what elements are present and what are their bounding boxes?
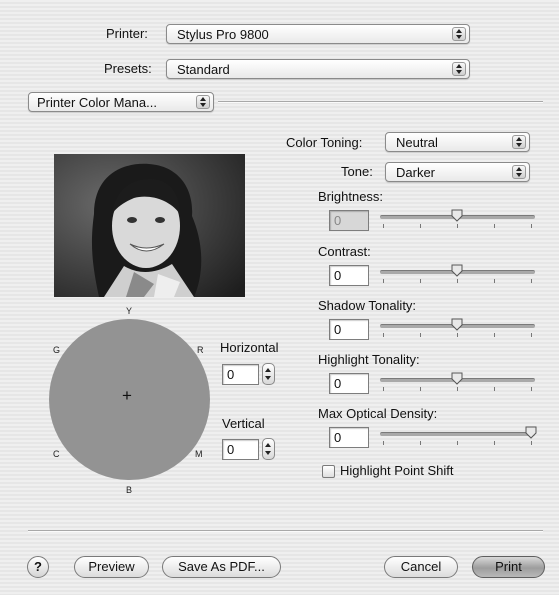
slider-tick xyxy=(457,387,458,391)
slider-tick xyxy=(531,224,532,228)
slider-tick xyxy=(420,279,421,283)
slider-thumb[interactable] xyxy=(451,372,463,385)
slider-thumb[interactable] xyxy=(451,264,463,277)
slider-tick xyxy=(531,441,532,445)
slider-label: Highlight Tonality: xyxy=(318,352,420,367)
updown-arrows-icon xyxy=(512,135,526,149)
slider-thumb[interactable] xyxy=(451,209,463,222)
horizontal-stepper[interactable] xyxy=(262,363,275,385)
cancel-button[interactable]: Cancel xyxy=(384,556,458,578)
panel-separator xyxy=(218,101,543,103)
slider-tick xyxy=(494,333,495,337)
save-as-pdf-button[interactable]: Save As PDF... xyxy=(162,556,281,578)
wheel-label-m: M xyxy=(195,449,203,459)
vertical-field[interactable]: 0 xyxy=(222,439,259,460)
slider-value-field: 0 xyxy=(329,210,369,231)
presets-value: Standard xyxy=(177,62,230,77)
updown-arrows-icon xyxy=(512,165,526,179)
slider-tick xyxy=(420,441,421,445)
slider[interactable] xyxy=(380,264,535,287)
slider-tick xyxy=(531,279,532,283)
slider-tick xyxy=(494,224,495,228)
color-toning-popup[interactable]: Neutral xyxy=(385,132,530,152)
printer-label: Printer: xyxy=(106,26,148,41)
highlight-point-shift-checkbox[interactable] xyxy=(322,465,335,478)
slider-tick xyxy=(420,333,421,337)
slider-track xyxy=(380,432,535,436)
tone-label: Tone: xyxy=(341,164,373,179)
color-wheel[interactable]: + xyxy=(49,319,210,480)
slider-tick xyxy=(420,387,421,391)
slider-thumb[interactable] xyxy=(525,426,537,439)
color-toning-value: Neutral xyxy=(396,135,438,150)
tone-value: Darker xyxy=(396,165,436,180)
slider-tick xyxy=(383,224,384,228)
slider-tick xyxy=(383,387,384,391)
slider-label: Max Optical Density: xyxy=(318,406,438,421)
horizontal-label: Horizontal xyxy=(220,340,279,355)
slider-value-field[interactable]: 0 xyxy=(329,265,369,286)
vertical-label: Vertical xyxy=(222,416,265,431)
slider-label: Brightness: xyxy=(318,189,384,204)
slider-tick xyxy=(457,224,458,228)
wheel-crosshair[interactable]: + xyxy=(122,386,132,406)
wheel-label-y: Y xyxy=(126,306,133,316)
updown-arrows-icon xyxy=(452,27,466,41)
panel-popup[interactable]: Printer Color Mana... xyxy=(28,92,214,112)
portrait-photo xyxy=(54,154,245,297)
slider-tick xyxy=(457,279,458,283)
wheel-label-c: C xyxy=(53,449,60,459)
print-button[interactable]: Print xyxy=(472,556,545,578)
vertical-stepper[interactable] xyxy=(262,438,275,460)
slider-tick xyxy=(494,441,495,445)
slider-value-field[interactable]: 0 xyxy=(329,427,369,448)
slider-tick xyxy=(494,387,495,391)
preview-button[interactable]: Preview xyxy=(74,556,149,578)
tone-popup[interactable]: Darker xyxy=(385,162,530,182)
color-toning-label: Color Toning: xyxy=(286,135,363,150)
slider-tick xyxy=(420,224,421,228)
presets-label: Presets: xyxy=(104,61,152,76)
slider-value-field[interactable]: 0 xyxy=(329,319,369,340)
slider-label: Shadow Tonality: xyxy=(318,298,417,313)
slider-tick xyxy=(457,333,458,337)
slider[interactable] xyxy=(380,318,535,341)
bottom-separator xyxy=(28,530,543,532)
slider-label: Contrast: xyxy=(318,244,371,259)
updown-arrows-icon xyxy=(196,95,210,109)
slider-tick xyxy=(383,441,384,445)
wheel-label-r: R xyxy=(197,345,204,355)
slider-value-field[interactable]: 0 xyxy=(329,373,369,394)
slider-tick xyxy=(494,279,495,283)
slider-tick xyxy=(531,333,532,337)
slider-tick xyxy=(457,441,458,445)
wheel-label-g: G xyxy=(53,345,61,355)
slider[interactable] xyxy=(380,372,535,395)
slider-tick xyxy=(383,279,384,283)
wheel-label-b: B xyxy=(126,485,133,495)
slider-thumb[interactable] xyxy=(451,318,463,331)
printer-value: Stylus Pro 9800 xyxy=(177,27,269,42)
slider[interactable] xyxy=(380,209,535,232)
printer-popup[interactable]: Stylus Pro 9800 xyxy=(166,24,470,44)
panel-value: Printer Color Mana... xyxy=(37,95,157,110)
highlight-point-shift-label: Highlight Point Shift xyxy=(340,463,454,478)
updown-arrows-icon xyxy=(452,62,466,76)
presets-popup[interactable]: Standard xyxy=(166,59,470,79)
horizontal-field[interactable]: 0 xyxy=(222,364,259,385)
help-button[interactable]: ? xyxy=(27,556,49,578)
slider[interactable] xyxy=(380,426,537,449)
slider-tick xyxy=(531,387,532,391)
slider-tick xyxy=(383,333,384,337)
